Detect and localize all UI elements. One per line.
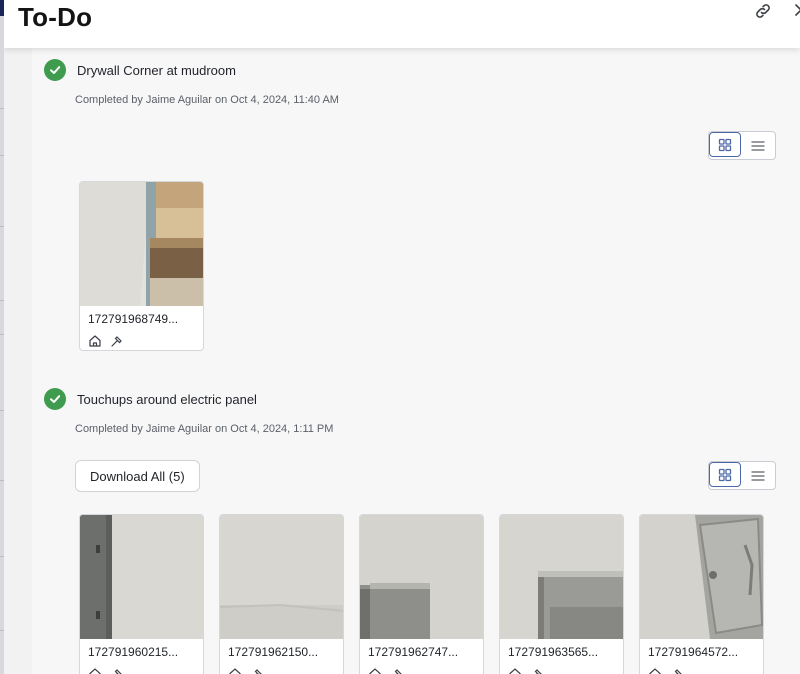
close-icon: [795, 4, 800, 16]
home-icon: [509, 668, 521, 674]
photo-thumbnail[interactable]: [220, 515, 343, 639]
grid-view-button[interactable]: [709, 462, 741, 487]
panel-header: To-Do: [4, 0, 800, 48]
photo-card[interactable]: 172791960215...: [79, 514, 204, 674]
hammer-icon: [534, 669, 542, 674]
photo-filename: 172791960215...: [88, 645, 179, 659]
hammer-icon: [254, 669, 262, 674]
page-title: To-Do: [18, 2, 93, 32]
check-circle-icon: [44, 388, 66, 410]
check-circle-icon: [44, 59, 66, 81]
grid-icon: [718, 138, 732, 151]
photo-card[interactable]: 172791962747...: [359, 514, 484, 674]
photo-card[interactable]: 172791962150...: [219, 514, 344, 674]
todo-list: Drywall Corner at mudroom Completed by J…: [32, 48, 800, 674]
list-view-button[interactable]: [741, 132, 775, 159]
grid-icon: [718, 468, 732, 481]
photo-filename: 172791964572...: [648, 645, 739, 659]
photo-card[interactable]: 172791964572...: [639, 514, 764, 674]
photo-filename: 172791962150...: [228, 645, 319, 659]
photo-thumbnail[interactable]: [80, 182, 203, 306]
copy-link-button[interactable]: [752, 0, 774, 22]
hammer-icon: [394, 669, 402, 674]
download-all-button[interactable]: Download All (5): [75, 460, 200, 492]
todo-panel: To-Do Drywall Corner at mudroom Complete…: [4, 0, 800, 674]
photo-filename: 172791968749...: [88, 312, 179, 326]
list-icon: [751, 470, 765, 481]
photo-icons: [368, 667, 404, 674]
hammer-icon: [111, 336, 122, 347]
home-icon: [89, 335, 101, 347]
completion-info: Completed by Jaime Aguilar on Oct 4, 202…: [75, 423, 334, 435]
link-icon: [756, 4, 770, 18]
todo-item-title: Drywall Corner at mudroom: [77, 62, 236, 78]
photo-card[interactable]: 172791968749...: [79, 181, 204, 351]
photo-thumbnail[interactable]: [500, 515, 623, 639]
home-icon: [649, 668, 661, 674]
home-icon: [229, 668, 241, 674]
completion-info: Completed by Jaime Aguilar on Oct 4, 202…: [75, 94, 339, 106]
home-icon: [369, 668, 381, 674]
photo-icons: [508, 667, 544, 674]
grid-view-button[interactable]: [709, 132, 741, 157]
view-toggle: [708, 461, 776, 490]
todo-item-title: Touchups around electric panel: [77, 391, 257, 407]
photo-icons: [88, 667, 124, 674]
view-toggle: [708, 131, 776, 160]
photo-icons: [228, 667, 264, 674]
list-icon: [751, 140, 765, 151]
photo-icons: [88, 334, 124, 348]
todo-item-header: Touchups around electric panel: [44, 388, 257, 410]
photo-filename: 172791963565...: [508, 645, 599, 659]
photo-thumbnail[interactable]: [80, 515, 203, 639]
photo-filename: 172791962747...: [368, 645, 459, 659]
hammer-icon: [674, 669, 682, 674]
home-icon: [89, 668, 101, 674]
todo-item-header: Drywall Corner at mudroom: [44, 59, 236, 81]
photo-icons: [648, 667, 684, 674]
photo-card[interactable]: 172791963565...: [499, 514, 624, 674]
hammer-icon: [114, 669, 122, 674]
photo-thumbnail[interactable]: [360, 515, 483, 639]
photo-thumbnail[interactable]: [640, 515, 763, 639]
close-button[interactable]: [790, 0, 800, 22]
list-view-button[interactable]: [741, 462, 775, 489]
